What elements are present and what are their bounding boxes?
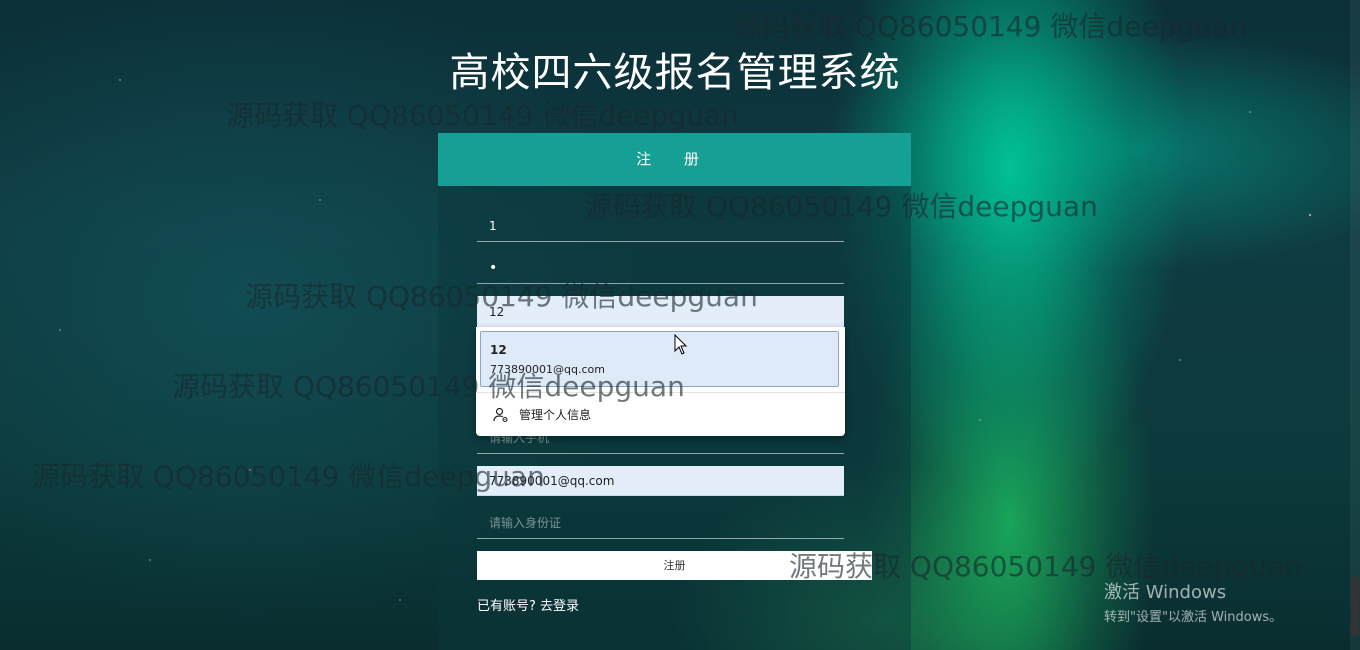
activation-title: 激活 Windows: [1104, 582, 1227, 603]
activation-subtitle: 转到"设置"以激活 Windows。: [1104, 610, 1283, 625]
windows-activation-notice: 激活 Windows 转到"设置"以激活 Windows。: [1104, 578, 1282, 625]
autofill-name: 12: [490, 343, 507, 357]
watermark: 源码获取 QQ86050149 微信deepguan: [226, 99, 739, 132]
watermark: 源码获取 QQ86050149 微信deepguan: [172, 370, 685, 403]
have-account-text: 已有账号?: [477, 599, 536, 614]
register-header: 注 册: [438, 133, 911, 186]
login-link[interactable]: 去登录: [540, 599, 579, 614]
scrollbar-thumb[interactable]: [1351, 576, 1359, 636]
watermark: 源码获取 QQ86050149 微信deepguan: [32, 460, 545, 493]
person-gear-icon: [493, 407, 509, 423]
page-title: 高校四六级报名管理系统: [449, 50, 901, 96]
page-scrollbar[interactable]: [1350, 0, 1360, 650]
login-prompt: 已有账号? 去登录: [477, 595, 579, 614]
manage-profile-item[interactable]: 管理个人信息: [493, 406, 591, 423]
manage-profile-label: 管理个人信息: [519, 408, 592, 422]
watermark: 源码获取 QQ86050149 微信deepguan: [585, 190, 1098, 223]
idcard-input[interactable]: 请输入身份证: [477, 507, 844, 539]
watermark: 源码获取 QQ86050149 微信deepguan: [245, 280, 758, 313]
mouse-pointer-icon: [674, 334, 688, 355]
watermark: 源码获取 QQ86050149 微信deepguan: [734, 10, 1247, 43]
